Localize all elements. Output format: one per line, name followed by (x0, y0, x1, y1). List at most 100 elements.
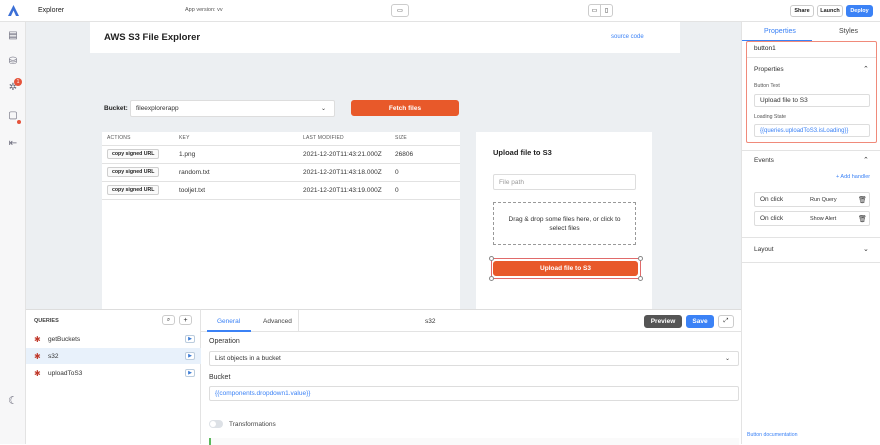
mobile-view-button[interactable]: ▯ (600, 4, 613, 17)
table-cell: copy signed URL (102, 163, 174, 182)
fetch-files-button[interactable]: Fetch files (351, 100, 459, 116)
resize-handle[interactable] (489, 256, 494, 261)
event-handler-row[interactable]: On click Show Alert 🗑 (754, 211, 870, 226)
tab-advanced[interactable]: Advanced (263, 318, 292, 325)
events-section-title[interactable]: Events (754, 157, 774, 164)
file-dropzone[interactable]: Drag & drop some files here, or click to… (493, 202, 636, 245)
table-header: KEY (174, 132, 298, 146)
app-version[interactable]: App version: vv (185, 7, 223, 13)
search-queries-button[interactable]: ⌕ (162, 315, 175, 325)
divider (747, 57, 876, 58)
preview-button[interactable]: Preview (644, 315, 682, 328)
component-name[interactable]: button1 (754, 45, 776, 52)
s3-icon: ✱ (34, 351, 41, 361)
copy-signed-url-button[interactable]: copy signed URL (107, 167, 160, 177)
deploy-button[interactable]: Deploy (846, 5, 873, 17)
table-header: LAST MODIFIED (298, 132, 390, 146)
loading-state-input[interactable]: {{queries.uploadToS3.isLoading}} (754, 124, 870, 137)
tab-divider (298, 310, 299, 332)
resize-handle[interactable] (489, 276, 494, 281)
table-cell: copy signed URL (102, 181, 174, 200)
desktop-icon: ▭ (591, 8, 598, 14)
operation-label: Operation (209, 338, 240, 345)
tab-general[interactable]: General (217, 318, 240, 325)
table-cell: 2021-12-20T11:43:18.000Z (298, 163, 390, 182)
save-button[interactable]: Save (686, 315, 714, 328)
device-toggle-button[interactable]: ▭ (391, 4, 409, 17)
query-item[interactable]: ✱ getBuckets ▶ (26, 331, 201, 347)
trash-icon[interactable]: 🗑 (858, 215, 867, 223)
launch-button[interactable]: Launch (817, 5, 843, 17)
button-text-value: Upload file to S3 (760, 97, 808, 104)
app-logo[interactable] (7, 4, 20, 17)
share-button[interactable]: Share (790, 5, 814, 17)
upload-container: Upload file to S3 File path Drag & drop … (476, 132, 652, 309)
chevron-down-icon[interactable]: ⌄ (863, 245, 869, 253)
tab-properties[interactable]: Properties (764, 28, 796, 35)
s3-icon: ✱ (34, 368, 41, 378)
chevron-up-icon[interactable]: ⌃ (863, 65, 869, 73)
add-handler-link[interactable]: + Add handler (836, 174, 870, 180)
button-documentation-link[interactable]: Button documentation (747, 432, 797, 438)
copy-signed-url-button[interactable]: copy signed URL (107, 185, 160, 195)
event-handler-row[interactable]: On click Run Query 🗑 (754, 192, 870, 207)
properties-panel: Properties Styles button1 Properties ⌃ B… (741, 22, 880, 444)
run-query-button[interactable]: ▶ (185, 352, 195, 360)
table-cell: copy signed URL (102, 145, 174, 164)
notification-badge: 1 (14, 78, 22, 86)
dark-mode-icon[interactable]: ☾ (7, 395, 19, 407)
query-name: uploadToS3 (48, 369, 83, 377)
table-cell: 2021-12-20T11:43:19.000Z (298, 181, 390, 200)
tab-styles[interactable]: Styles (839, 28, 858, 35)
table-cell: random.txt (174, 163, 298, 182)
table-row[interactable]: copy signed URL tooljet.txt 2021-12-20T1… (102, 181, 460, 200)
comments-dot (17, 120, 21, 124)
add-query-button[interactable]: + (179, 315, 192, 325)
table-row[interactable]: copy signed URL random.txt 2021-12-20T11… (102, 163, 460, 182)
app-title[interactable]: Explorer (38, 7, 64, 14)
query-editor: General Advanced s32 Preview Save ⤢ Oper… (201, 309, 741, 445)
upload-file-button[interactable]: Upload file to S3 (493, 261, 638, 276)
transformations-toggle[interactable] (209, 420, 223, 428)
resize-handle[interactable] (638, 256, 643, 261)
table-cell: 2021-12-20T11:43:21.000Z (298, 145, 390, 164)
bucket-code-input[interactable]: {{components.dropdown1.value}} (209, 386, 739, 401)
expand-button[interactable]: ⤢ (718, 315, 734, 328)
chevron-up-icon[interactable]: ⌃ (863, 156, 869, 164)
operation-select[interactable]: List objects in a bucket ⌄ (209, 351, 739, 366)
monitor-icon: ▭ (397, 8, 403, 14)
mobile-icon: ▯ (604, 8, 609, 14)
chevron-down-icon: ⌄ (320, 106, 326, 112)
files-table: ACTIONS KEY LAST MODIFIED SIZE copy sign… (102, 132, 460, 309)
resize-handle[interactable] (638, 276, 643, 281)
app-canvas: AWS S3 File Explorer source code Bucket:… (26, 22, 741, 309)
collapse-icon[interactable]: ⇤ (7, 138, 19, 150)
layout-section-title[interactable]: Layout (754, 246, 774, 253)
plus-icon: + (183, 316, 188, 324)
expand-icon: ⤢ (723, 318, 729, 324)
table-row[interactable]: copy signed URL 1.png 2021-12-20T11:43:2… (102, 145, 460, 164)
trash-icon[interactable]: 🗑 (858, 196, 867, 204)
page-icon[interactable]: ▤ (7, 30, 19, 42)
copy-signed-url-button[interactable]: copy signed URL (107, 149, 160, 159)
bucket-dropdown[interactable]: fileexplorerapp ⌄ (130, 100, 335, 117)
event-action: Run Query (810, 196, 837, 203)
page-title: AWS S3 File Explorer (104, 32, 201, 43)
run-query-button[interactable]: ▶ (185, 335, 195, 343)
file-path-input[interactable]: File path (493, 174, 636, 190)
s3-icon: ✱ (34, 334, 41, 344)
run-query-button[interactable]: ▶ (185, 369, 195, 377)
chevron-down-icon: ⌄ (724, 356, 730, 362)
table-cell: 26806 (390, 145, 460, 164)
loading-state-value: {{queries.uploadToS3.isLoading}} (760, 127, 849, 134)
button-text-input[interactable]: Upload file to S3 (754, 94, 870, 107)
query-item[interactable]: ✱ s32 ▶ (26, 348, 201, 364)
event-action: Show Alert (810, 215, 837, 222)
query-name-title: s32 (425, 318, 436, 325)
database-icon[interactable]: ⛁ (7, 56, 19, 68)
bucket-dropdown-value: fileexplorerapp (136, 105, 179, 112)
query-item[interactable]: ✱ uploadToS3 ▶ (26, 365, 201, 381)
source-code-link[interactable]: source code (611, 34, 644, 40)
properties-section-title[interactable]: Properties (754, 66, 784, 73)
table-header: SIZE (390, 132, 460, 146)
